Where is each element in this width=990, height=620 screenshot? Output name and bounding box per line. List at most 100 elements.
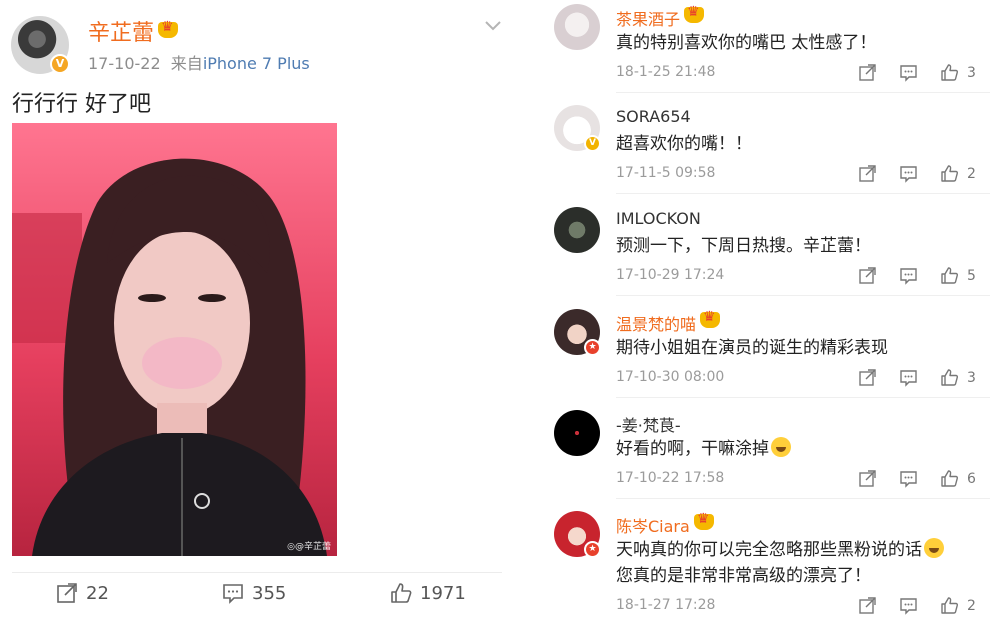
commenter-name[interactable]: 温景梵的喵 — [616, 309, 721, 335]
comment-actions: 5 — [858, 266, 976, 285]
comment-reply-button[interactable] — [899, 164, 918, 183]
share-icon — [859, 597, 876, 614]
comment-time: 17-10-30 08:00 — [616, 369, 725, 385]
commenter-name[interactable]: SORA654 — [616, 107, 691, 126]
comment-like-button[interactable]: 3 — [940, 368, 976, 387]
comment-actions: 2 — [858, 596, 976, 615]
divider — [616, 193, 990, 194]
weibo-post: V 辛芷蕾 17-10-22 来自iPhone 7 Plus 行行行 好了吧 — [0, 0, 515, 620]
comment-share-button[interactable] — [858, 63, 877, 82]
like-count: 2 — [967, 597, 976, 614]
comment-share-button[interactable] — [858, 596, 877, 615]
vip-crown-icon — [158, 19, 179, 38]
comment-actions: 6 — [858, 469, 976, 488]
share-icon — [859, 470, 876, 487]
like-button[interactable]: 1971 — [390, 582, 466, 604]
share-icon — [859, 64, 876, 81]
comment-text: 期待小姐姐在演员的诞生的精彩表现 — [616, 338, 888, 358]
comment-reply-button[interactable] — [899, 596, 918, 615]
comment-text: 预测一下，下周日热搜。辛芷蕾！ — [616, 236, 871, 256]
comment-like-button[interactable]: 5 — [940, 266, 976, 285]
share-icon — [859, 165, 876, 182]
thumbs-up-icon — [941, 64, 959, 81]
post-text: 行行行 好了吧 — [12, 92, 151, 117]
comment-share-button[interactable] — [858, 368, 877, 387]
comment-time: 17-11-5 09:58 — [616, 165, 716, 181]
commenter-name[interactable]: -姜·梵茛- — [616, 412, 681, 436]
like-count: 3 — [967, 64, 976, 81]
comment-text: 好看的啊，干嘛涂掉 — [616, 436, 791, 463]
thumbs-up-icon — [391, 583, 412, 603]
comment-list: 茶果酒子 真的特别喜欢你的嘴巴 太性感了！ 18-1-25 21:48 3 V … — [540, 0, 990, 620]
panel-gap — [518, 0, 540, 620]
like-count: 2 — [967, 165, 976, 182]
share-icon — [57, 583, 77, 603]
thumbs-up-icon — [941, 267, 959, 284]
verified-badge-icon: ★ — [584, 339, 601, 356]
divider — [616, 397, 990, 398]
vip-crown-icon — [693, 511, 714, 530]
thumbs-up-icon — [941, 597, 959, 614]
verified-badge-icon: ★ — [584, 541, 601, 558]
comment-icon — [900, 65, 917, 82]
post-source[interactable]: iPhone 7 Plus — [203, 54, 310, 73]
divider — [616, 92, 990, 93]
share-count: 22 — [86, 582, 109, 604]
comment-text-line2: 您真的是非常非常高级的漂亮了！ — [616, 566, 871, 586]
commenter-name[interactable]: 茶果酒子 — [616, 4, 705, 30]
comment-reply-button[interactable] — [899, 63, 918, 82]
comment-count: 355 — [252, 582, 287, 604]
comment-text: 天呐真的你可以完全忽略那些黑粉说的话 — [616, 537, 944, 564]
commenter-avatar[interactable] — [554, 207, 600, 253]
comment-reply-button[interactable] — [899, 266, 918, 285]
comment-icon — [900, 370, 917, 387]
comment-like-button[interactable]: 6 — [940, 469, 976, 488]
comment-share-button[interactable] — [858, 469, 877, 488]
like-count: 6 — [967, 470, 976, 487]
post-meta: 17-10-22 来自iPhone 7 Plus — [88, 50, 310, 74]
photo-watermark: ◎@辛芷蕾 — [287, 542, 331, 552]
vip-crown-icon — [684, 4, 705, 23]
laughing-emoji-icon — [771, 437, 791, 457]
commenter-name[interactable]: IMLOCKON — [616, 209, 701, 228]
share-icon — [859, 369, 876, 386]
comment-text: 真的特别喜欢你的嘴巴 太性感了！ — [616, 33, 877, 53]
comment-like-button[interactable]: 2 — [940, 596, 976, 615]
comment-actions: 3 — [858, 368, 976, 387]
thumbs-up-icon — [941, 470, 959, 487]
comment-like-button[interactable]: 2 — [940, 164, 976, 183]
commenter-avatar[interactable] — [554, 410, 600, 456]
comment-button[interactable]: 355 — [222, 582, 286, 604]
crying-emoji-icon — [924, 538, 944, 558]
comment-share-button[interactable] — [858, 266, 877, 285]
comment-icon — [900, 471, 917, 488]
divider — [12, 572, 502, 573]
commenter-avatar[interactable] — [554, 4, 600, 50]
comment-reply-button[interactable] — [899, 368, 918, 387]
thumbs-up-icon — [941, 369, 959, 386]
vip-crown-icon — [700, 309, 721, 328]
comment-icon — [900, 166, 917, 183]
like-count: 3 — [967, 369, 976, 386]
source-prefix: 来自 — [170, 54, 203, 73]
comment-time: 18-1-27 17:28 — [616, 597, 716, 613]
divider — [616, 498, 990, 499]
author-name[interactable]: 辛芷蕾 — [88, 21, 154, 46]
commenter-name[interactable]: 陈岑Ciara — [616, 511, 714, 537]
thumbs-up-icon — [941, 165, 959, 182]
comment-icon — [223, 584, 243, 604]
comment-icon — [900, 598, 917, 615]
portrait-illustration — [12, 123, 337, 556]
post-author[interactable]: 辛芷蕾 — [88, 15, 179, 47]
like-count: 5 — [967, 267, 976, 284]
verified-badge-icon: V — [50, 54, 70, 74]
comment-reply-button[interactable] — [899, 469, 918, 488]
chevron-down-icon[interactable] — [484, 16, 502, 34]
comment-actions: 3 — [858, 63, 976, 82]
post-photo[interactable]: ◎@辛芷蕾 — [12, 123, 337, 556]
repost-button[interactable]: 22 — [56, 582, 109, 604]
comment-like-button[interactable]: 3 — [940, 63, 976, 82]
comment-share-button[interactable] — [858, 164, 877, 183]
comment-time: 17-10-22 17:58 — [616, 470, 725, 486]
comment-icon — [900, 268, 917, 285]
